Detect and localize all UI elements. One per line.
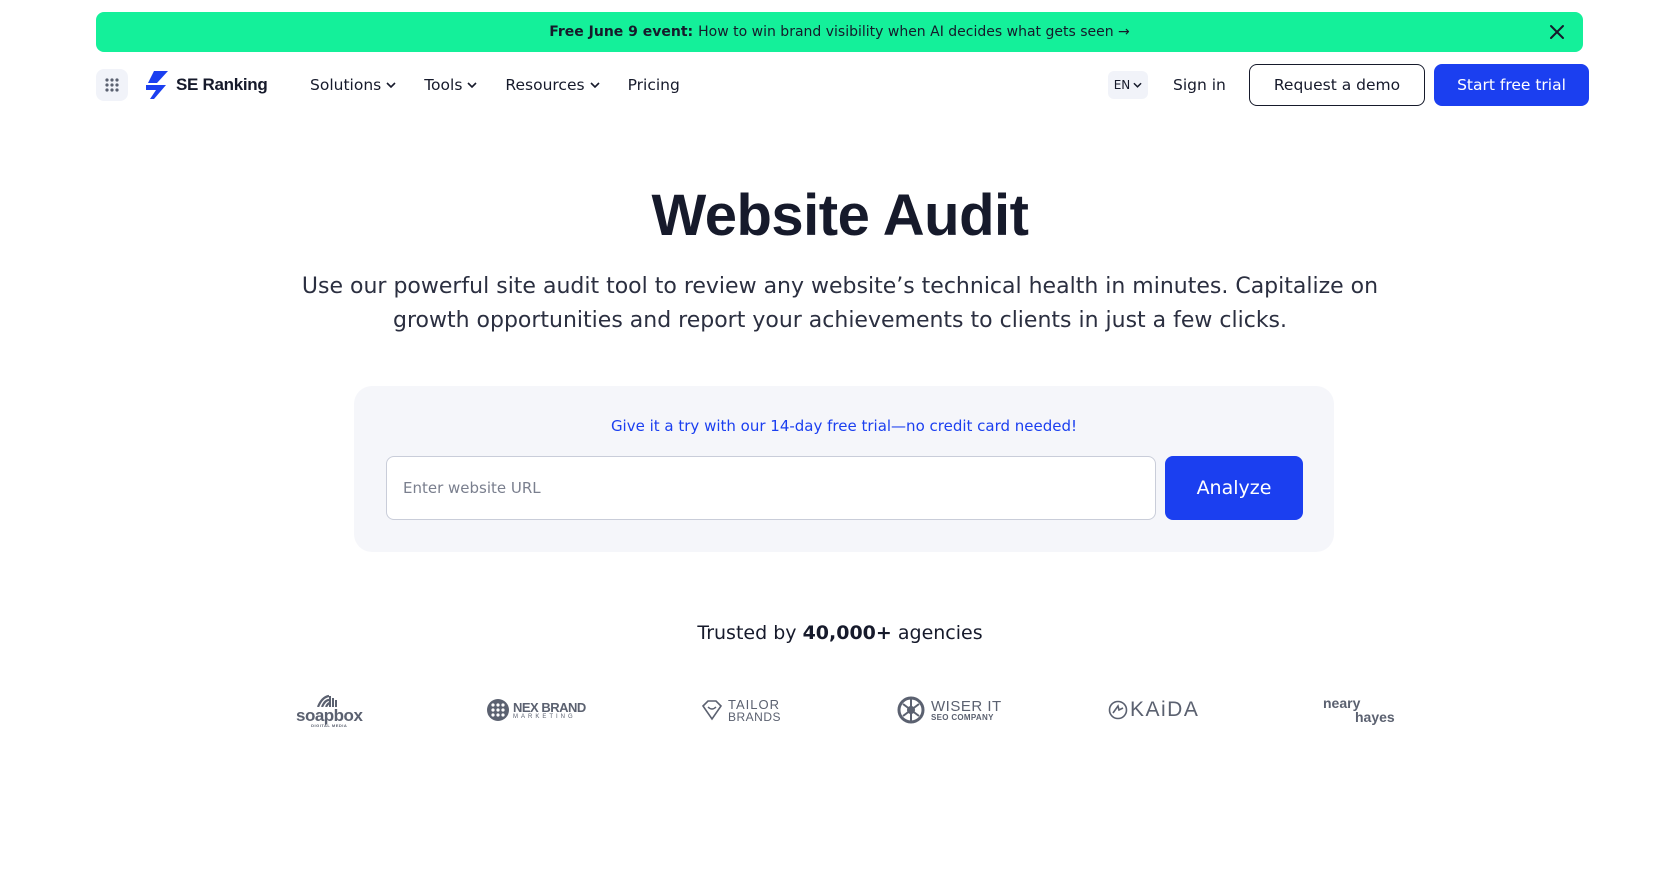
chevron-down-icon	[467, 82, 477, 88]
soapbox-logo-icon	[317, 694, 338, 707]
site-header: SE Ranking Solutions Tools Resources Pri…	[96, 64, 1589, 106]
soapbox-logo-sub: DIGITAL MEDIA	[311, 722, 348, 728]
client-logos: soapbox DIGITAL MEDIA NEX BRAND MARKETIN…	[0, 690, 1680, 730]
banner-event-label: Free June 9 event:	[549, 24, 694, 40]
client-logo-tailor-brands: TAILOR BRANDS	[700, 690, 781, 730]
kaida-logo-name: KAiDA	[1130, 698, 1200, 721]
wiser-it-logo-icon	[897, 696, 925, 724]
audit-form-card: Give it a try with our 14-day free trial…	[354, 386, 1334, 552]
free-trial-promo: Give it a try with our 14-day free trial…	[610, 417, 1078, 435]
tailor-brands-logo-name: TAILOR	[728, 696, 780, 712]
client-logo-kaida: KAiDA	[1108, 690, 1199, 730]
nav-pricing[interactable]: Pricing	[628, 76, 680, 94]
wiser-it-logo-name: WISER IT	[931, 697, 1002, 715]
analyze-button[interactable]: Analyze	[1165, 456, 1303, 520]
nav-solutions-label: Solutions	[310, 76, 382, 94]
client-logo-soapbox: soapbox DIGITAL MEDIA	[296, 690, 363, 730]
nex-brand-logo-name: NEX BRAND	[513, 699, 586, 715]
soapbox-logo-name: soapbox	[296, 705, 363, 725]
nex-brand-logo-icon	[487, 699, 509, 721]
nav-solutions[interactable]: Solutions	[310, 76, 396, 94]
nex-brand-logo-sub: MARKETING	[513, 713, 576, 720]
trusted-by-text: Trusted by 40,000+ agencies	[0, 622, 1680, 644]
trusted-suffix: agencies	[897, 622, 983, 644]
trusted-count: 40,000+	[802, 622, 892, 644]
language-label: EN	[1113, 78, 1131, 92]
nav-tools[interactable]: Tools	[424, 76, 477, 94]
wiser-it-logo-sub: SEO COMPANY	[931, 712, 994, 722]
nav-resources-label: Resources	[505, 76, 585, 94]
start-free-trial-button[interactable]: Start free trial	[1434, 64, 1589, 106]
tailor-brands-logo-sub: BRANDS	[728, 709, 782, 724]
page-title: Website Audit	[651, 183, 1029, 248]
request-demo-button[interactable]: Request a demo	[1249, 64, 1425, 106]
client-logo-neary-hayes: neary hayes	[1323, 690, 1395, 730]
tailor-brands-logo-icon	[701, 700, 723, 721]
client-logo-nex-brand: NEX BRAND MARKETING	[486, 690, 586, 730]
chevron-down-icon	[1133, 82, 1142, 88]
language-selector[interactable]: EN	[1108, 71, 1148, 99]
se-ranking-logo-icon	[146, 71, 168, 99]
main-nav: Solutions Tools Resources Pricing	[310, 64, 708, 106]
se-ranking-logo[interactable]: SE Ranking	[144, 69, 268, 101]
website-url-input[interactable]	[386, 456, 1156, 520]
neary-hayes-logo-name: neary	[1323, 695, 1361, 711]
banner-text[interactable]: How to win brand visibility when AI deci…	[698, 24, 1130, 40]
neary-hayes-logo-sub: hayes	[1355, 709, 1395, 725]
nav-pricing-label: Pricing	[627, 76, 680, 94]
chevron-down-icon	[386, 82, 396, 88]
client-logo-wiser-it: WISER IT SEO COMPANY	[895, 690, 1002, 730]
nav-resources[interactable]: Resources	[505, 76, 600, 94]
close-icon[interactable]	[1545, 20, 1569, 44]
logo-text: SE Ranking	[176, 75, 268, 94]
chevron-down-icon	[590, 82, 600, 88]
grid-apps-icon[interactable]	[96, 69, 128, 101]
announcement-banner[interactable]: Free June 9 event: How to win brand visi…	[96, 12, 1583, 52]
trusted-prefix: Trusted by	[697, 622, 797, 644]
sign-in-link[interactable]: Sign in	[1173, 64, 1226, 106]
page-subtitle: Use our powerful site audit tool to revi…	[301, 274, 1379, 333]
kaida-logo-icon	[1108, 700, 1128, 720]
nav-tools-label: Tools	[424, 76, 463, 94]
